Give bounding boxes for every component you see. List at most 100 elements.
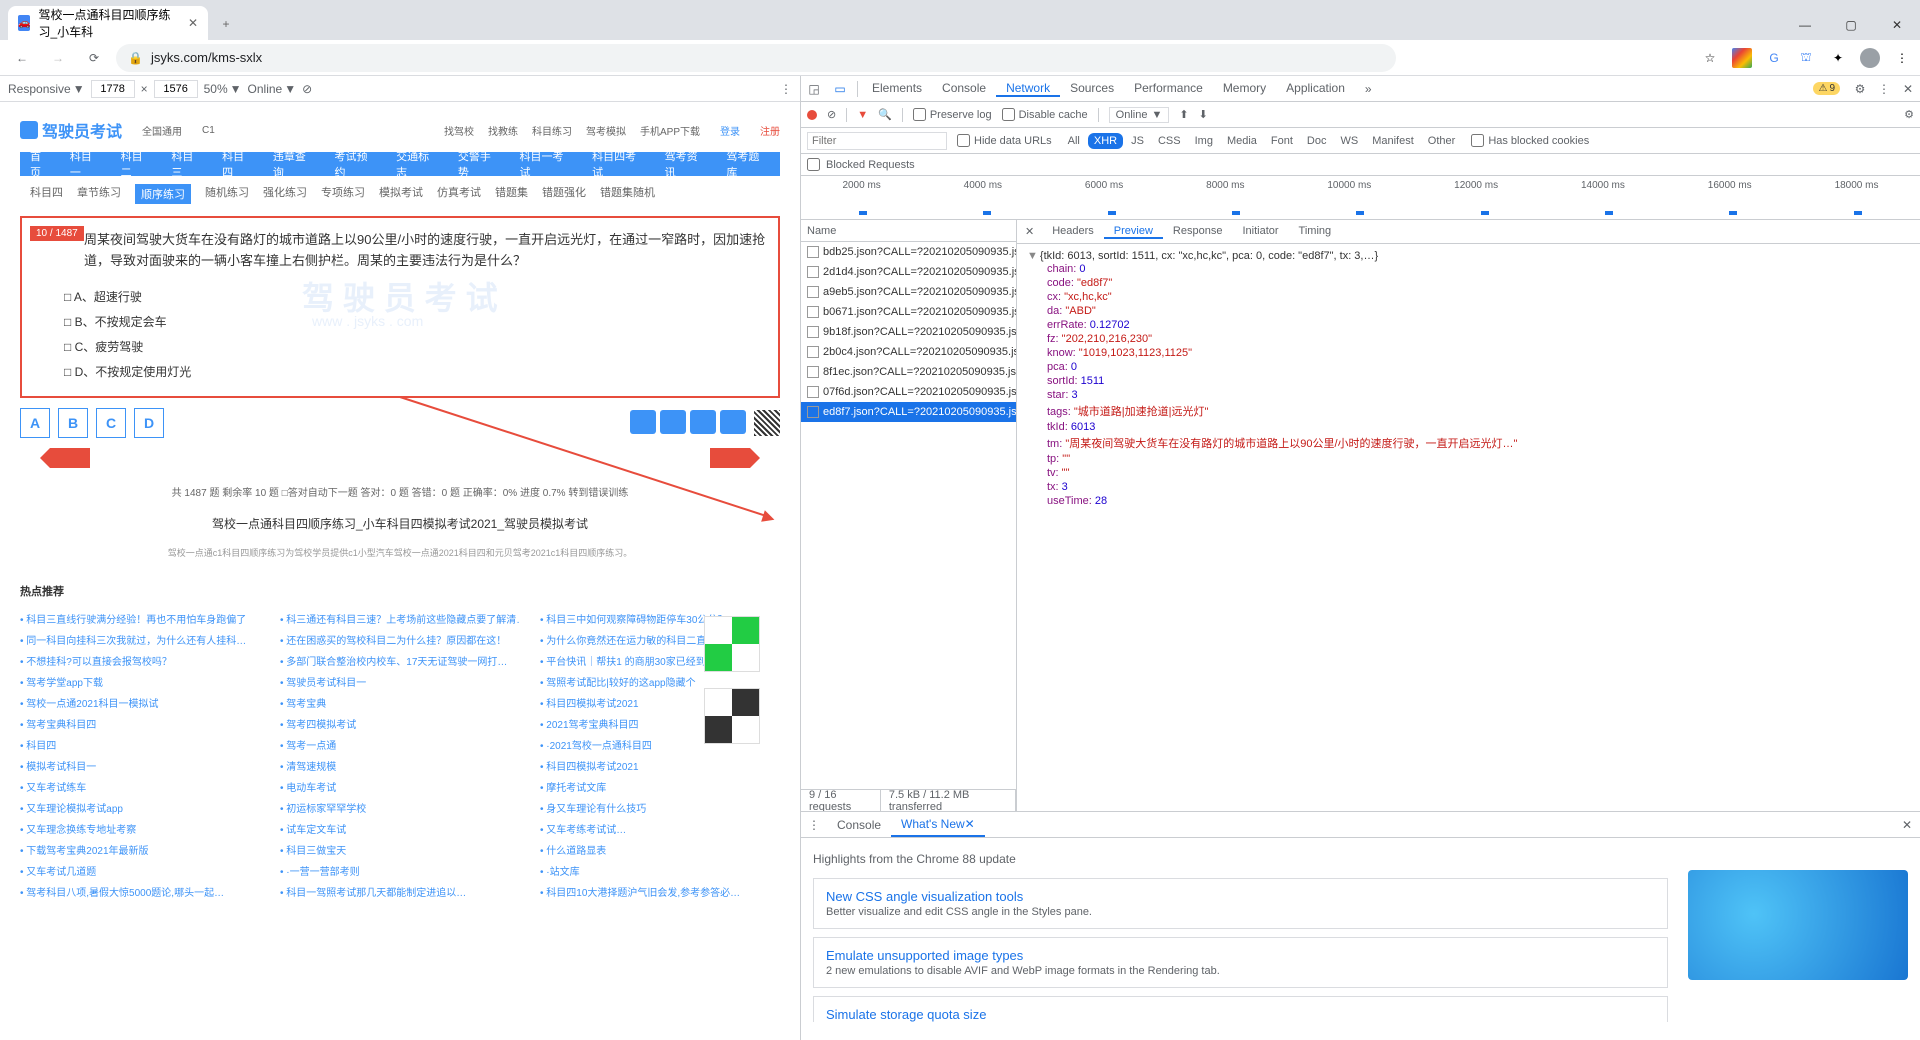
profile-icon[interactable]	[1860, 48, 1880, 68]
hot-item[interactable]: 摩托考试文库	[540, 779, 780, 794]
share-btn-3[interactable]	[690, 410, 716, 434]
main-nav-item[interactable]: 科目四	[222, 148, 255, 180]
disable-cache-checkbox[interactable]: Disable cache	[1002, 108, 1088, 121]
reload-button[interactable]: ⟳	[80, 44, 108, 72]
has-blocked-checkbox[interactable]: Has blocked cookies	[1471, 134, 1589, 147]
rotate-icon[interactable]: ⊘	[302, 82, 312, 96]
hot-item[interactable]: 驾考四模拟考试	[280, 716, 520, 731]
filter-type-js[interactable]: JS	[1125, 133, 1150, 149]
extensions-icon[interactable]: ✦	[1828, 48, 1848, 68]
detail-close-icon[interactable]: ✕	[1017, 225, 1042, 238]
hot-item[interactable]: ·一营一营部考则	[280, 863, 520, 878]
sub-nav-item[interactable]: 顺序练习	[135, 184, 191, 204]
detail-tab-headers[interactable]: Headers	[1042, 225, 1104, 237]
filter-toggle-icon[interactable]: ▼	[857, 109, 868, 121]
download-icon[interactable]: ⬇	[1199, 108, 1208, 121]
device-more-icon[interactable]: ⋮	[780, 82, 792, 96]
request-item[interactable]: 2b0c4.json?CALL=?20210205090935.json	[801, 342, 1016, 362]
zoom-select[interactable]: 50% ▼	[204, 82, 242, 96]
answer-button-c[interactable]: C	[96, 408, 126, 438]
devtools-tab-network[interactable]: Network	[996, 81, 1060, 97]
answer-button-a[interactable]: A	[20, 408, 50, 438]
share-btn-1[interactable]	[630, 410, 656, 434]
filter-type-media[interactable]: Media	[1221, 133, 1263, 149]
whatsnew-card-2[interactable]: Emulate unsupported image types 2 new em…	[813, 937, 1668, 988]
qr-code-2[interactable]	[704, 688, 760, 744]
devtools-tab-memory[interactable]: Memory	[1213, 81, 1276, 95]
drawer-menu-icon[interactable]: ⋮	[801, 812, 827, 838]
whatsnew-card-1[interactable]: New CSS angle visualization tools Better…	[813, 878, 1668, 929]
viewport-height-input[interactable]	[154, 80, 198, 98]
prev-arrow[interactable]	[50, 448, 90, 468]
hot-item[interactable]: 同一科目向挂科三次我就过，为什么还有人挂科…	[20, 632, 260, 647]
qr-mini-icon[interactable]	[754, 410, 780, 436]
question-option[interactable]: □ B、不按规定会车	[64, 309, 766, 334]
top-link[interactable]: 科目练习	[532, 123, 572, 138]
blocked-checkbox[interactable]	[807, 158, 820, 171]
hot-item[interactable]: 又车理念换练专地址考察	[20, 821, 260, 836]
inspect-icon[interactable]: ◲	[801, 76, 827, 102]
hide-data-urls-checkbox[interactable]: Hide data URLs	[957, 134, 1052, 147]
new-tab-button[interactable]: +	[212, 10, 240, 38]
preserve-log-checkbox[interactable]: Preserve log	[913, 108, 992, 121]
sub-nav-item[interactable]: 模拟考试	[379, 184, 423, 204]
hot-item[interactable]: 又车考练考试试…	[540, 821, 780, 836]
question-option[interactable]: □ A、超速行驶	[64, 284, 766, 309]
hot-item[interactable]: 又车考试练车	[20, 779, 260, 794]
device-mode-icon[interactable]: ▭	[827, 76, 853, 102]
preview-pane[interactable]: ▼{tkId: 6013, sortId: 1511, cx: "xc,hc,k…	[1017, 244, 1920, 811]
main-nav-item[interactable]: 科目四考试	[592, 148, 647, 180]
request-list-header[interactable]: Name	[801, 220, 1016, 242]
hot-item[interactable]: 又车考试几道题	[20, 863, 260, 878]
devtools-tab-elements[interactable]: Elements	[862, 81, 932, 95]
network-settings-icon[interactable]: ⚙	[1904, 108, 1914, 121]
hot-item[interactable]: 清驾速规模	[280, 758, 520, 773]
request-item[interactable]: 8f1ec.json?CALL=?20210205090935.json	[801, 362, 1016, 382]
hot-item[interactable]: 驾驶员考试科目一	[280, 674, 520, 689]
main-nav-item[interactable]: 交警手势	[458, 148, 502, 180]
menu-icon[interactable]: ⋮	[1892, 48, 1912, 68]
window-close-button[interactable]: ✕	[1874, 10, 1920, 40]
top-link[interactable]: 驾考模拟	[586, 123, 626, 138]
search-icon[interactable]: 🔍	[878, 108, 892, 121]
filter-type-manifest[interactable]: Manifest	[1366, 133, 1420, 149]
share-btn-2[interactable]	[660, 410, 686, 434]
detail-tab-response[interactable]: Response	[1163, 225, 1233, 237]
main-nav-item[interactable]: 考试预约	[335, 148, 379, 180]
filter-type-font[interactable]: Font	[1265, 133, 1299, 149]
filter-type-doc[interactable]: Doc	[1301, 133, 1333, 149]
translate-icon[interactable]: ⛫	[1796, 48, 1816, 68]
top-link[interactable]: 找驾校	[444, 123, 474, 138]
filter-type-img[interactable]: Img	[1189, 133, 1219, 149]
hot-item[interactable]: 科目四模拟考试2021	[540, 758, 780, 773]
hot-item[interactable]: 科目三直线行驶满分经验！再也不用怕车身跑偏了	[20, 611, 260, 626]
detail-tab-timing[interactable]: Timing	[1289, 225, 1342, 237]
window-maximize-button[interactable]: ▢	[1828, 10, 1874, 40]
detail-tab-preview[interactable]: Preview	[1104, 225, 1163, 239]
request-item[interactable]: b0671.json?CALL=?20210205090935.json	[801, 302, 1016, 322]
top-link[interactable]: 找教练	[488, 123, 518, 138]
ext1-icon[interactable]	[1732, 48, 1752, 68]
top-link[interactable]: 手机APP下载	[640, 123, 700, 138]
sub-nav-item[interactable]: 强化练习	[263, 184, 307, 204]
sub-nav-item[interactable]: 科目四	[30, 184, 63, 204]
url-field[interactable]: 🔒 jsyks.com/kms-sxlx	[116, 44, 1396, 72]
main-nav-item[interactable]: 交通标志	[396, 148, 440, 180]
hot-item[interactable]: 科目四10大港择题沪气旧会发,参考参答必…	[540, 884, 780, 899]
devtools-more-tabs[interactable]: »	[1355, 76, 1382, 101]
hot-item[interactable]: 电动车考试	[280, 779, 520, 794]
hot-item[interactable]: 不想挂科?可以直接会报驾校吗？	[20, 653, 260, 668]
network-timeline[interactable]: 2000 ms4000 ms6000 ms8000 ms10000 ms1200…	[801, 176, 1920, 220]
throttling-select[interactable]: Online ▼	[1109, 107, 1170, 123]
hot-item[interactable]: 又车理论模拟考试app	[20, 800, 260, 815]
sub-nav-item[interactable]: 错题强化	[542, 184, 586, 204]
main-nav-item[interactable]: 违章查询	[273, 148, 317, 180]
filter-type-other[interactable]: Other	[1422, 133, 1462, 149]
devtools-tab-console[interactable]: Console	[932, 81, 996, 95]
devtools-settings-icon[interactable]: ⚙	[1848, 82, 1872, 96]
register-link[interactable]: 注册	[760, 123, 780, 138]
tab-close-icon[interactable]: ✕	[188, 16, 198, 30]
hot-item[interactable]: 身又车理论有什么技巧	[540, 800, 780, 815]
hot-item[interactable]: 多部门联合整治校内校车、17天无证驾驶一网打…	[280, 653, 520, 668]
filter-type-all[interactable]: All	[1062, 133, 1086, 149]
